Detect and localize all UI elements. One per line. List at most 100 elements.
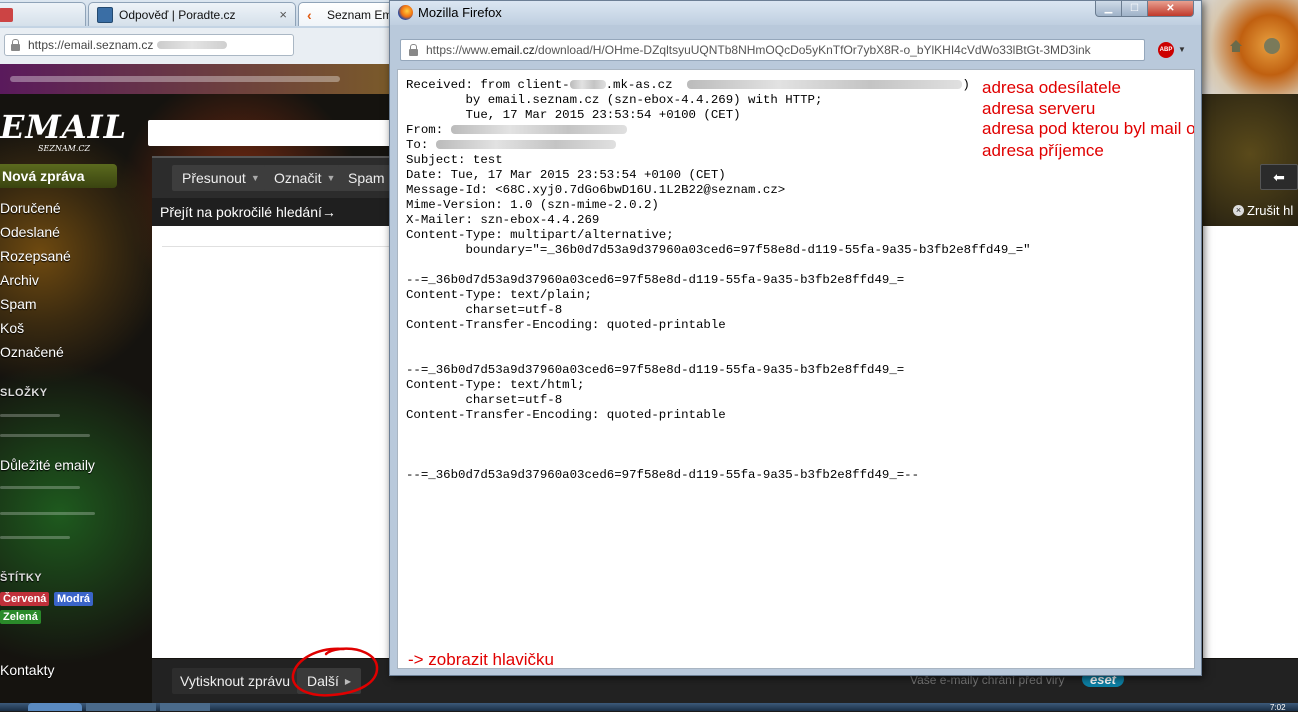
email-toolbar: Přesunout ▼ Označit ▼ Spam — [152, 156, 402, 198]
email-header-content: Received: from client- .mk-as.cz ) by ema… — [397, 69, 1195, 669]
close-tab-icon[interactable]: × — [279, 7, 287, 22]
header-to: To: — [406, 138, 436, 152]
email-search-input[interactable] — [148, 120, 398, 146]
taskbar-item[interactable] — [160, 703, 210, 711]
spam-button[interactable]: Spam — [338, 165, 395, 191]
chevron-down-icon: ▼ — [326, 173, 336, 183]
annotation-sender-address: adresa odesílatele — [982, 78, 1121, 97]
move-button[interactable]: Přesunout ▼ — [172, 165, 270, 191]
labels-section-title: ŠTÍTKY — [0, 572, 43, 584]
logo-main-text: EMAIL — [0, 108, 128, 146]
cancel-icon: × — [1233, 205, 1244, 216]
blurred-folder — [0, 486, 80, 489]
back-button[interactable]: ⬅ — [1260, 164, 1298, 190]
lock-icon — [409, 43, 418, 56]
smiley-icon[interactable] — [1264, 38, 1280, 54]
blurred-folder — [0, 512, 95, 515]
part2-charset: charset=utf-8 — [406, 393, 563, 407]
annotation-show-header: -> zobrazit hlavičku — [408, 650, 554, 669]
annotation-server-address: adresa serveru — [982, 99, 1096, 118]
background-url-text: https://email.seznam.cz — [28, 38, 154, 52]
tab-favicon-icon — [0, 7, 13, 22]
close-window-button[interactable]: ✕ — [1147, 1, 1194, 17]
message-area-right — [1203, 226, 1298, 658]
email-right-area: ⬅ × Zrušit hl — [1203, 94, 1298, 711]
blurred-folder — [0, 414, 60, 417]
tab-label: Seznam Em — [327, 7, 393, 22]
firefox-icon — [398, 5, 413, 20]
header-date: Date: Tue, 17 Mar 2015 23:53:54 +0100 (C… — [406, 168, 726, 182]
sidebar-item-starred[interactable]: Označené — [0, 344, 64, 360]
end-separator: --=_36b0d7d53a9d37960a03ced6=97f58e8d-d1… — [406, 468, 920, 482]
redacted-text — [435, 140, 616, 150]
header-message-id: Message-Id: <68C.xyj0.7dGo6bwD16U.1L2B22… — [406, 183, 786, 197]
redacted-text — [450, 125, 627, 135]
sidebar-item-important[interactable]: Důležité emaily — [0, 457, 95, 473]
tag-green[interactable]: Zelená — [0, 610, 41, 624]
tab-seznam-email[interactable]: ‹ Seznam Em — [298, 2, 398, 26]
mark-label: Označit — [274, 170, 322, 186]
mark-button[interactable]: Označit ▼ — [264, 165, 346, 191]
maximize-button[interactable]: ☐ — [1121, 1, 1148, 17]
blurred-bookmarks — [10, 76, 340, 82]
popup-title-bar[interactable]: Mozilla Firefox ▁ ☐ ✕ — [390, 1, 1201, 25]
cancel-search-label: Zrušit hl — [1247, 203, 1294, 218]
header-from: From: — [406, 123, 451, 137]
part2-content-type: Content-Type: text/html; — [406, 378, 585, 392]
seznam-favicon-icon: ‹ — [307, 6, 312, 23]
annotation-recipient-address: adresa příjemce — [982, 141, 1104, 160]
header-received-date: Tue, 17 Mar 2015 23:53:54 +0100 (CET) — [406, 108, 741, 122]
sidebar-item-archive[interactable]: Archiv — [0, 272, 39, 288]
tag-blue[interactable]: Modrá — [54, 592, 93, 606]
part2-transfer-encoding: Content-Transfer-Encoding: quoted-printa… — [406, 408, 726, 422]
start-button[interactable] — [28, 703, 82, 711]
url-prefix: https://www. — [426, 43, 491, 57]
header-content-type: Content-Type: multipart/alternative; — [406, 228, 674, 242]
email-logo: EMAIL SEZNAM.CZ — [0, 108, 126, 153]
part1-charset: charset=utf-8 — [406, 303, 563, 317]
redacted-text — [569, 80, 606, 90]
part2-separator: --=_36b0d7d53a9d37960a03ced6=97f58e8d-d1… — [406, 363, 905, 377]
adblock-icon[interactable]: ABP — [1158, 42, 1174, 58]
sidebar-item-contacts[interactable]: Kontakty — [0, 662, 54, 678]
redacted-url-part — [157, 41, 228, 49]
part1-transfer-encoding: Content-Transfer-Encoding: quoted-printa… — [406, 318, 726, 332]
sidebar-item-drafts[interactable]: Rozepsané — [0, 248, 71, 264]
header-subject: Subject: test — [406, 153, 503, 167]
blurred-folder — [0, 434, 90, 437]
new-mail-button[interactable]: Nová zpráva — [0, 164, 117, 188]
divider — [162, 246, 392, 247]
hand-drawn-circle-highlight — [291, 647, 379, 697]
header-x-mailer: X-Mailer: szn-ebox-4.4.269 — [406, 213, 600, 227]
background-url-bar[interactable]: https://email.seznam.cz — [4, 34, 294, 56]
browser-theme-corner — [1200, 0, 1298, 94]
cancel-search-button[interactable]: × Zrušit hl — [1233, 203, 1293, 218]
header-received-from: Received: from client- — [406, 78, 570, 92]
minimize-button[interactable]: ▁ — [1095, 1, 1122, 17]
sidebar-item-trash[interactable]: Koš — [0, 320, 24, 336]
tab-poradte[interactable]: Odpověď | Poradte.cz × — [88, 2, 296, 26]
tab-first[interactable] — [0, 2, 86, 26]
header-received-close: ) — [962, 78, 970, 92]
sidebar-item-inbox[interactable]: Doručené — [0, 200, 61, 216]
annotation-sent-as-address: adresa pod kterou byl mail odeslán — [975, 119, 1194, 139]
url-path: /download/H/OHme-DZqltsyuUQNTb8NHmOQcDo5… — [534, 43, 1091, 57]
lock-icon — [11, 38, 20, 51]
home-icon[interactable] — [1228, 38, 1244, 54]
sidebar-item-spam[interactable]: Spam — [0, 296, 37, 312]
logo-sub-text: SEZNAM.CZ — [38, 144, 91, 153]
taskbar-item[interactable] — [86, 703, 156, 711]
message-list-area — [152, 226, 392, 658]
sidebar-item-sent[interactable]: Odeslané — [0, 224, 60, 240]
tag-red[interactable]: Červená — [0, 592, 50, 606]
search-subbar: Přejít na pokročilé hledání→ — [152, 198, 392, 226]
header-mime-version: Mime-Version: 1.0 (szn-mime-2.0.2) — [406, 198, 659, 212]
chevron-down-icon[interactable]: ▼ — [1178, 45, 1186, 54]
firefox-popup-window: Mozilla Firefox ▁ ☐ ✕ https://www. email.… — [389, 0, 1202, 676]
advanced-search-link[interactable]: Přejít na pokročilé hledání→ — [160, 204, 336, 220]
popup-url-bar[interactable]: https://www. email.cz/download/H/OHme-DZq… — [400, 39, 1145, 61]
part1-content-type: Content-Type: text/plain; — [406, 288, 592, 302]
header-received-by: by email.seznam.cz (szn-ebox-4.4.269) wi… — [406, 93, 823, 107]
blurred-folder — [0, 536, 70, 539]
print-message-button[interactable]: Vytisknout zprávu — [172, 668, 298, 694]
